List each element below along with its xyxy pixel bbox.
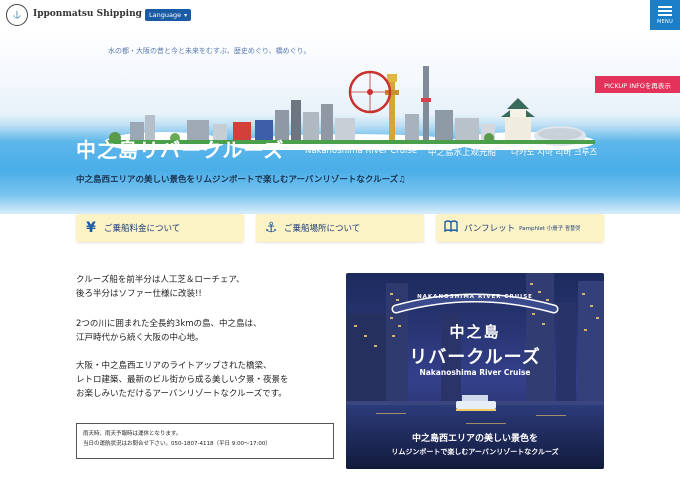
title-chinese: 中之島水上观光船	[428, 148, 497, 158]
menu-button[interactable]: MENU	[650, 0, 680, 30]
notice-line: 雨天時、雨天予報時は運休となります。	[83, 431, 182, 437]
photo-title-english: Nakanoshima River Cruise	[419, 368, 531, 377]
text-line: クルーズ船を前半分は人工芝＆ローチェア、	[76, 275, 245, 285]
company-logo-icon[interactable]: ⚓	[6, 4, 28, 26]
pamphlet-sublabel: Pamphlet 小册子 팜플렛	[519, 226, 581, 232]
boarding-location-button[interactable]: ⚓ ご乗船場所について	[256, 214, 424, 242]
book-icon	[444, 220, 458, 236]
page-title: 中之島リバークルーズ	[76, 138, 285, 162]
text-line: レトロ建築、最新のビル街から成る美しい夕景・夜景を	[76, 375, 289, 385]
boarding-location-label: ご乗船場所について	[284, 224, 361, 234]
photo-caption-line2: リムジンボートで楽しむアーバンリゾートなクルーズ	[391, 448, 559, 456]
hero-section: 水の都・大阪の昔と今と未来をむすぶ、歴史めぐり、橋めぐり。 PICKUP INF…	[0, 30, 680, 214]
text-line: 江戸時代から続く大阪の中心地。	[76, 333, 204, 343]
language-label: Language	[149, 11, 182, 19]
hamburger-icon	[658, 5, 672, 16]
text-line: お楽しみいただけるアーバンリゾートなクルーズです。	[76, 389, 287, 399]
pamphlet-button[interactable]: パンフレット Pamphlet 小册子 팜플렛	[436, 214, 604, 242]
intro-paragraph-2: 2つの川に囲まれた全長約3kmの島、中之島は、 江戸時代から続く大阪の中心地。	[76, 317, 262, 345]
fare-info-button[interactable]: ¥ ご乗船料金について	[76, 214, 244, 242]
text-line: 大阪・中之島西エリアのライトアップされた橋梁、	[76, 361, 272, 371]
text-line: 後ろ半分はソファー仕様に改装!!	[76, 289, 202, 299]
cruise-night-photo: NAKANOSHIMA RIVER CRUISE 中之島 リバークルーズ Nak…	[346, 273, 604, 469]
language-button[interactable]: Language ▾	[145, 9, 191, 21]
intro-paragraph-3: 大阪・中之島西エリアのライトアップされた橋梁、 レトロ建築、最新のビル街から成る…	[76, 359, 289, 401]
pamphlet-label: パンフレット	[464, 224, 516, 234]
chevron-down-icon: ▾	[184, 11, 188, 19]
photo-arch-text: NAKANOSHIMA RIVER CRUISE	[417, 294, 533, 300]
text-line: 2つの川に囲まれた全長約3kmの島、中之島は、	[76, 319, 262, 329]
pickup-info-button[interactable]: PICKUP INFOを再表示	[595, 76, 680, 93]
fare-info-label: ご乗船料金について	[104, 224, 181, 234]
operation-notice: 雨天時、雨天予報時は運休となります。 当日の運航状況はお問合せ下さい。050-1…	[76, 423, 334, 459]
title-english: Nakanoshima River Cruise	[305, 146, 418, 156]
photo-title-line2: リバークルーズ	[409, 347, 541, 368]
yen-icon: ¥	[86, 220, 96, 236]
anchor-icon: ⚓	[264, 220, 278, 236]
photo-caption-line1: 中之島西エリアの美しい景色を	[411, 434, 538, 444]
title-korean: 나카노 시마 리버 크루즈	[511, 148, 598, 158]
hero-description: 中之島西エリアの美しい景色をリムジンボートで楽しむアーバンリゾートなクルーズ♫	[76, 175, 406, 185]
hero-tagline: 水の都・大阪の昔と今と未来をむすぶ、歴史めぐり、橋めぐり。	[108, 47, 311, 55]
site-header: ⚓ Ipponmatsu Shipping Co.,Ltd Language ▾…	[0, 0, 680, 30]
menu-label: MENU	[656, 18, 674, 25]
notice-line: 当日の運航状況はお問合せ下さい。050-1807-4118（平日 9:00〜17…	[83, 441, 271, 447]
photo-title-line1: 中之島	[449, 323, 501, 341]
intro-paragraph-1: クルーズ船を前半分は人工芝＆ローチェア、 後ろ半分はソファー仕様に改装!!	[76, 273, 244, 301]
